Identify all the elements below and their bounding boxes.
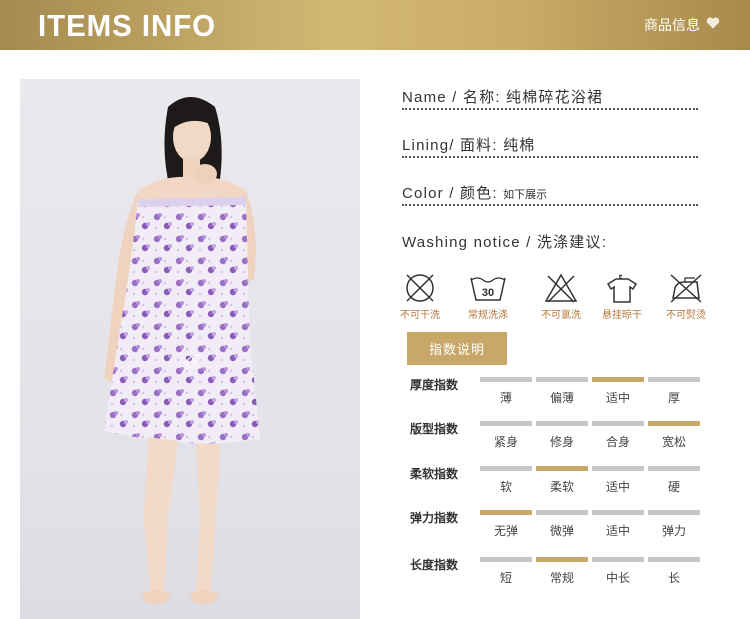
info-name-row: Name / 名称: 纯棉碎花浴裙 (402, 86, 698, 110)
wash-label: 不可氯洗 (541, 310, 581, 321)
index-bar (592, 466, 644, 471)
index-option-label: 长 (667, 571, 680, 585)
index-bar (480, 466, 532, 471)
index-bar-selected (480, 510, 532, 515)
index-bar (480, 377, 532, 382)
index-bar (648, 377, 700, 382)
index-label: 弹力指数 (410, 511, 459, 525)
index-option-label: 偏薄 (549, 391, 574, 405)
index-bar-selected (592, 377, 644, 382)
index-option-label: 常规 (549, 571, 574, 585)
index-bar-selected (648, 421, 700, 426)
wash-temperature: 30 (482, 287, 494, 299)
index-bar (648, 466, 700, 471)
index-label: 厚度指数 (410, 378, 459, 392)
header-subtitle: 商品信息 (644, 18, 700, 34)
heart-icon (706, 17, 720, 33)
no-dry-clean-icon (406, 274, 434, 302)
header-subtitle-group: 商品信息 (644, 0, 720, 50)
index-label: 版型指数 (410, 422, 459, 436)
wash-item-no-iron: 不可熨烫 (656, 272, 716, 321)
index-option-label: 短 (499, 571, 512, 585)
index-bar (648, 510, 700, 515)
index-label: 长度指数 (410, 558, 459, 572)
info-name-text: Name / 名称: 纯棉碎花浴裙 (402, 89, 604, 106)
wash-item-normal-wash: 30 常规洗涤 (458, 272, 518, 321)
info-lining-text: Lining/ 面料: 纯棉 (402, 137, 536, 154)
wash-label: 常规洗涤 (468, 310, 508, 321)
wash-label: 不可干洗 (400, 310, 440, 321)
index-option-label: 合身 (605, 435, 630, 449)
product-photo: 衣 (20, 79, 360, 619)
index-bar (480, 557, 532, 562)
index-option-label: 厚 (667, 391, 680, 405)
header-banner: ITEMS INFO 商品信息 (0, 0, 750, 50)
index-bar-selected (536, 466, 588, 471)
info-washing-text: Washing notice / 洗涤建议: (402, 234, 608, 251)
index-option-label: 宽松 (661, 435, 686, 449)
index-bar (480, 421, 532, 426)
index-label: 柔软指数 (410, 467, 459, 481)
index-bar (592, 510, 644, 515)
no-iron-icon (670, 274, 702, 303)
wash-30-icon: 30 (470, 277, 506, 301)
index-bar-selected (536, 557, 588, 562)
index-bar (592, 557, 644, 562)
index-option-label: 薄 (499, 391, 512, 405)
dotted-divider (402, 108, 698, 110)
index-option-label: 软 (499, 480, 512, 494)
index-option-label: 适中 (605, 480, 630, 494)
index-bar (648, 557, 700, 562)
info-color-value: 如下展示 (503, 189, 548, 201)
index-bar (592, 421, 644, 426)
index-option-label: 紧身 (493, 435, 518, 449)
hang-dry-icon (606, 274, 638, 303)
wash-label: 悬挂晾干 (602, 310, 642, 321)
index-option-label: 弹力 (661, 524, 686, 538)
info-lining-row: Lining/ 面料: 纯棉 (402, 134, 698, 158)
index-bar (536, 377, 588, 382)
header-title: ITEMS INFO (38, 8, 217, 43)
index-explanation-button[interactable]: 指数说明 (407, 332, 507, 365)
index-bar (536, 510, 588, 515)
wash-item-no-dry-clean: 不可干洗 (390, 272, 450, 321)
index-option-label: 修身 (549, 435, 574, 449)
index-option-label: 微弹 (549, 524, 574, 538)
dotted-divider (402, 156, 698, 158)
index-option-label: 中长 (605, 571, 630, 585)
index-option-label: 无弹 (493, 524, 518, 538)
wash-label: 不可熨烫 (666, 310, 706, 321)
no-bleach-icon (544, 273, 578, 303)
wash-item-hang-dry: 悬挂晾干 (592, 272, 652, 321)
index-option-label: 适中 (605, 391, 630, 405)
info-color-row: Color / 颜色: 如下展示 (402, 182, 698, 206)
info-washing-row: Washing notice / 洗涤建议: (402, 231, 698, 252)
index-option-label: 柔软 (549, 480, 574, 494)
index-option-label: 适中 (605, 524, 630, 538)
dotted-divider (402, 204, 698, 206)
watermark-text: 衣 (182, 349, 202, 373)
index-bar (536, 421, 588, 426)
index-option-label: 硬 (667, 480, 680, 494)
info-color-text: Color / 颜色: (402, 185, 504, 202)
wash-item-no-bleach: 不可氯洗 (531, 272, 591, 321)
